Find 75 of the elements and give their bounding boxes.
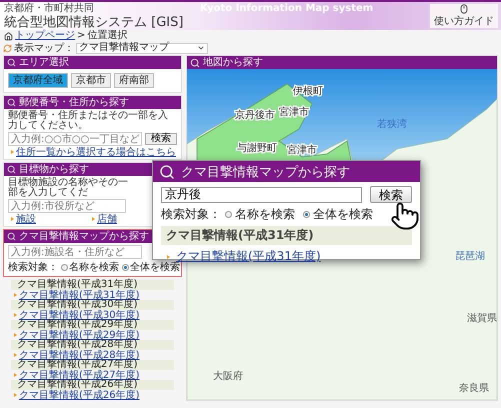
mouse-icon (459, 4, 469, 14)
guide-button[interactable]: 使い方ガイド (430, 4, 498, 28)
map-label: 宮津市 (287, 145, 317, 156)
instruction-text: 目標物施設の名称やその一部を入力してくだ (8, 178, 128, 198)
search-field[interactable]: 京丹後 (161, 186, 362, 202)
panel-title: 地図から探す (203, 56, 263, 68)
radio-button[interactable] (225, 211, 232, 218)
radio-label[interactable]: 名称を検索 (69, 260, 119, 274)
radio-button[interactable] (122, 264, 129, 270)
search-icon (7, 98, 16, 107)
bullet-icon (14, 333, 17, 337)
scope-label: 検索対象： (161, 206, 221, 223)
panel-title: エリア選択 (19, 56, 69, 68)
map-label: 大阪府 (213, 371, 243, 382)
map-label: 奈良県 (459, 383, 489, 394)
refresh-icon (3, 44, 12, 52)
map-selector-label: 表示マップ： (14, 42, 74, 55)
area-button[interactable]: 京都府全域 (8, 73, 68, 88)
map-label: 京丹後市 (235, 110, 275, 121)
result-heading: クマ目撃情報(平成31年度) (161, 226, 412, 245)
bullet-icon (11, 217, 14, 221)
panel-title: クマ目撃情報マップから探す (19, 230, 149, 242)
bullet-icon (14, 313, 17, 317)
list-heading: クマ目撃情報(平成31年度) (11, 280, 174, 290)
bullet-icon (11, 150, 14, 154)
area-button[interactable]: 京都市 (71, 73, 111, 88)
bear-input[interactable]: 入力例:施設名・住所など (8, 245, 142, 259)
radio-label[interactable]: 全体を検索 (313, 206, 373, 223)
top-page-link[interactable]: トップページ (15, 30, 75, 42)
home-icon (4, 32, 13, 40)
bullet-icon (14, 353, 17, 357)
map-label: 琵琶湖 (455, 251, 485, 262)
map-label: 宮津市 (279, 107, 309, 118)
radio-label[interactable]: 名称を検索 (235, 206, 295, 223)
address-input[interactable]: 入力例:○○市○○一丁目など (8, 132, 142, 146)
list-heading: クマ目撃情報(平成28年度) (11, 340, 174, 350)
scope-label: 検索対象： (8, 260, 58, 274)
panel-title: 郵便番号・住所から探す (19, 96, 129, 108)
search-button[interactable]: 検索 (145, 133, 177, 145)
map-select[interactable]: クマ目撃情報マップ (76, 42, 208, 54)
search-icon (7, 165, 16, 174)
dropdown-caret-icon (197, 44, 205, 52)
map-label: 滋賀県 (467, 313, 497, 324)
search-icon (7, 232, 16, 241)
map-label: 若狭湾 (377, 119, 407, 130)
panel-title: 目標物から探す (19, 164, 89, 176)
breadcrumb-current: 位置選択 (87, 30, 128, 42)
site-title: 統合型地図情報システム [GIS] (4, 14, 184, 30)
search-icon (159, 164, 175, 180)
list-heading: クマ目撃情報(平成30年度) (11, 300, 174, 310)
bullet-icon (14, 373, 17, 377)
bear-map-link[interactable]: クマ目撃情報(平成26年度) (19, 388, 140, 402)
search-icon (190, 58, 200, 68)
bullet-icon (14, 293, 17, 297)
list-heading: クマ目撃情報(平成29年度) (11, 320, 174, 330)
radio-label[interactable]: 全体を検索 (130, 260, 180, 274)
breadcrumb-separator: > (77, 30, 86, 42)
org-name: 京都府・市町村共同 (4, 3, 95, 14)
category-link[interactable]: 店舗 (97, 212, 117, 226)
search-button[interactable]: 検索 (370, 186, 412, 203)
list-heading: クマ目撃情報(平成27年度) (11, 360, 174, 370)
bullet-icon (92, 217, 95, 221)
address-list-link[interactable]: 住所一覧から選択する場合はこちら (16, 145, 176, 159)
instruction-text: 郵便番号・住所またはその一部を入力してください。 (8, 111, 169, 131)
bullet-icon (167, 254, 170, 258)
landmark-input[interactable]: 入力例:市役所など (8, 199, 126, 213)
map-label: 与謝野町 (237, 143, 277, 154)
area-button[interactable]: 府南部 (114, 73, 154, 88)
search-icon (7, 58, 16, 67)
bullet-icon (14, 393, 17, 397)
category-link[interactable]: 施設 (16, 212, 36, 226)
radio-button[interactable] (303, 211, 310, 218)
list-heading: クマ目撃情報(平成26年度) (11, 380, 174, 390)
radio-button[interactable] (61, 264, 68, 270)
popup-title: クマ目撃情報マップから探す (181, 164, 350, 180)
